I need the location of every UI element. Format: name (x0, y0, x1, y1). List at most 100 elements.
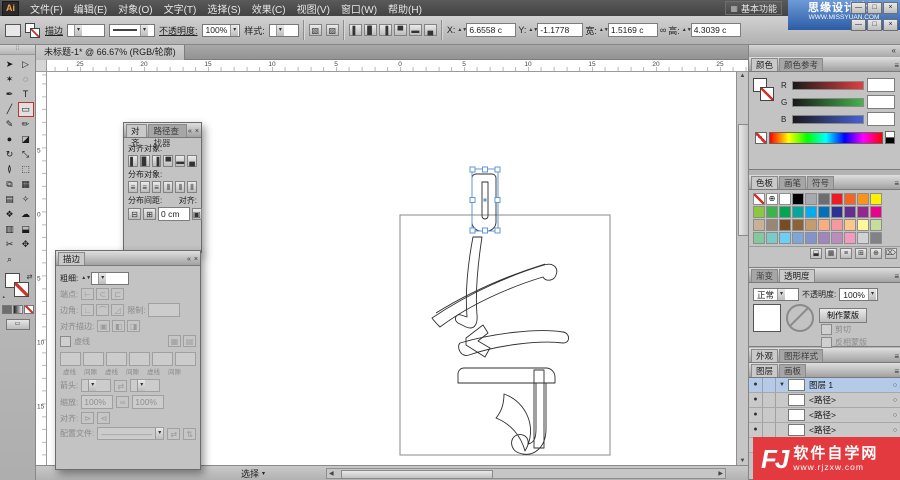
chevron-down-icon[interactable]: ▾ (777, 289, 786, 300)
arrow-align-tip-icon[interactable]: ⊳ (81, 412, 95, 424)
new-color-group-icon[interactable]: ⊞ (855, 248, 867, 259)
link-scale-icon[interactable]: ∞ (116, 396, 130, 408)
dist-v-bottom-icon[interactable]: ≡ (151, 181, 162, 193)
align-right-icon[interactable]: ▐ (378, 24, 392, 36)
close-button[interactable]: × (883, 2, 898, 14)
dash-field[interactable] (83, 352, 104, 366)
align-h-center-icon[interactable]: ▊ (139, 155, 150, 167)
link-dimensions-icon[interactable]: ∞ (660, 25, 666, 35)
arrow-scale-end-field[interactable]: 100% (132, 395, 165, 409)
swatch[interactable] (753, 232, 765, 244)
channel-slider[interactable] (792, 114, 864, 124)
lasso-tool[interactable]: ◌ (18, 72, 34, 87)
tab-color[interactable]: 颜色 (751, 58, 779, 71)
channel-slider[interactable] (792, 80, 864, 90)
opacity-link[interactable]: 不透明度: (159, 24, 198, 37)
brush-definition-combo[interactable]: ▾ (109, 23, 156, 37)
swatch[interactable] (805, 232, 817, 244)
visibility-eye-icon[interactable]: ● (749, 423, 763, 437)
panel-grip[interactable]: ⁞⁞ (0, 45, 35, 55)
preferences-button[interactable]: ▨ (325, 24, 339, 36)
dash-field[interactable] (60, 352, 81, 366)
screen-mode-button[interactable]: ▭ (5, 319, 30, 330)
tab-align[interactable]: 对齐 (126, 124, 148, 148)
limit-field[interactable] (148, 303, 181, 317)
tab-brushes[interactable]: 画笔 (779, 176, 807, 189)
y-field[interactable]: -1.1778 (537, 23, 584, 37)
join-round-icon[interactable]: ⌒ (96, 304, 110, 316)
swatch-libraries-icon[interactable]: ⬓ (810, 248, 822, 259)
swatch[interactable] (857, 232, 869, 244)
swap-fill-stroke-icon[interactable]: ⇄ (27, 273, 33, 281)
swatch[interactable] (870, 206, 882, 218)
swatch[interactable] (870, 232, 882, 244)
swatch[interactable] (818, 232, 830, 244)
mesh-tool[interactable]: ▦ (18, 177, 34, 192)
join-bevel-icon[interactable]: ◿ (111, 304, 125, 316)
free-transform-tool[interactable]: ⬚ (18, 162, 34, 177)
blend-mode-combo[interactable]: 正常 ▾ (753, 288, 799, 301)
swatch[interactable] (805, 193, 817, 205)
gradient-tool[interactable]: ▤ (2, 192, 18, 207)
y-stepper[interactable]: ▲▼ (528, 27, 538, 33)
color-mode-button[interactable] (1, 305, 12, 314)
blend-tool[interactable]: ❖ (2, 207, 18, 222)
vertical-scrollbar[interactable]: ▲ ▼ (736, 72, 749, 465)
magic-wand-tool[interactable]: ✶ (2, 72, 18, 87)
align-vcenter-icon[interactable]: ▬ (408, 24, 422, 36)
channel-slider[interactable] (792, 97, 864, 107)
ruler-origin-corner[interactable] (36, 60, 47, 72)
chevron-down-icon[interactable]: ▾ (98, 273, 107, 284)
lock-cell[interactable] (765, 423, 776, 437)
swatch[interactable] (766, 206, 778, 218)
channel-value-field[interactable] (867, 78, 895, 92)
dist-h-space-icon[interactable]: ⊞ (143, 208, 156, 220)
chevron-down-icon[interactable]: ▾ (74, 24, 83, 36)
pen-tool[interactable]: ✒ (2, 87, 18, 102)
menu-item-1[interactable]: 编辑(E) (69, 0, 112, 17)
swatch[interactable] (831, 232, 843, 244)
layer-row[interactable]: ● <路径> ○ (749, 423, 900, 438)
layer-row[interactable]: ● ▼ 图层 1 ○ (749, 378, 900, 393)
align-left-icon[interactable]: ▌ (348, 24, 362, 36)
dist-v-center-icon[interactable]: ≡ (139, 181, 150, 193)
swatch[interactable] (870, 219, 882, 231)
panel-menu-icon[interactable]: ≡ (894, 179, 899, 189)
tab-symbols[interactable]: 符号 (807, 176, 835, 189)
swatch[interactable] (844, 206, 856, 218)
swap-arrowheads-icon[interactable]: ⇄ (114, 379, 128, 392)
swatch[interactable] (779, 193, 791, 205)
tab-transparency[interactable]: 透明度 (779, 269, 815, 282)
x-stepper[interactable]: ▲▼ (457, 27, 467, 33)
selection-tool[interactable]: ➤ (2, 57, 18, 72)
invert-mask-checkbox[interactable] (821, 337, 832, 348)
close-panel-icon[interactable]: × (195, 128, 199, 135)
fill-stroke-indicator[interactable] (753, 78, 775, 102)
dash-field[interactable] (129, 352, 150, 366)
menu-item-8[interactable]: 帮助(H) (383, 0, 427, 17)
delete-swatch-icon[interactable]: ⌦ (885, 248, 897, 259)
swatch[interactable] (870, 193, 882, 205)
menu-item-7[interactable]: 窗口(W) (336, 0, 382, 17)
swatch[interactable] (818, 193, 830, 205)
dash-field[interactable] (106, 352, 127, 366)
dist-v-top-icon[interactable]: ≡ (128, 181, 138, 193)
align-h-right-icon[interactable]: ▐ (151, 155, 162, 167)
tab-swatches[interactable]: 色板 (751, 176, 779, 189)
layer-row[interactable]: ● <路径> ○ (749, 408, 900, 423)
stroke-link[interactable]: 描边 (45, 24, 63, 37)
visibility-eye-icon[interactable]: ● (749, 378, 763, 392)
visibility-eye-icon[interactable]: ● (749, 393, 763, 407)
swatch[interactable] (779, 232, 791, 244)
zoom-tool[interactable]: ⌕ (2, 252, 18, 267)
join-miter-icon[interactable]: ∟ (81, 304, 95, 316)
panel-menu-icon[interactable]: ≡ (894, 367, 899, 377)
slice-tool[interactable]: ✂ (2, 237, 18, 252)
fill-stroke-control[interactable]: ⇄ ▪ (3, 273, 33, 301)
tab-appearance[interactable]: 外观 (751, 349, 779, 362)
width-stepper[interactable]: ▲▼ (599, 27, 609, 33)
dashed-checkbox[interactable] (60, 335, 71, 347)
align-bottom-icon[interactable]: ▄ (423, 24, 437, 36)
clip-checkbox[interactable] (821, 324, 832, 335)
none-mode-button[interactable] (23, 305, 34, 314)
